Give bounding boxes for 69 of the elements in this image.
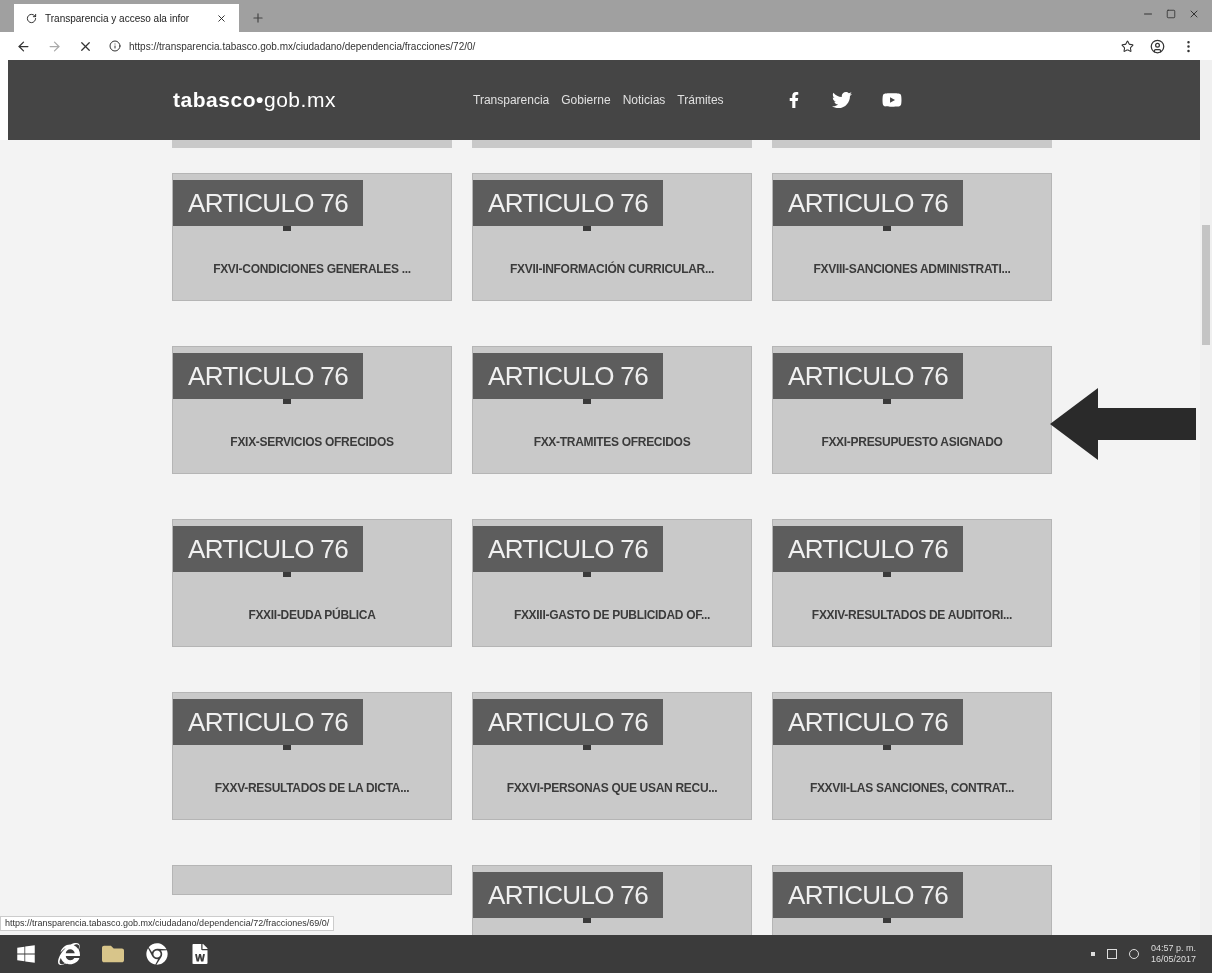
banner-tab-icon bbox=[583, 918, 591, 923]
scrollbar[interactable] bbox=[1200, 60, 1212, 935]
fraction-label: FXXVI-PERSONAS QUE USAN RECU... bbox=[505, 780, 719, 797]
nav-link[interactable]: Noticias bbox=[622, 91, 666, 109]
address-bar[interactable]: https://transparencia.tabasco.gob.mx/ciudadano/dependencia/fracciones/72/0/ bbox=[109, 38, 1105, 54]
nav-link[interactable]: Gobierne bbox=[561, 91, 611, 109]
fraction-card[interactable]: ARTICULO 76 FXXIII-GASTO DE PUBLICIDAD OF... bbox=[472, 519, 752, 647]
banner-tab-icon bbox=[283, 572, 291, 577]
fraction-label: FXXIII-GASTO DE PUBLICIDAD OF... bbox=[512, 607, 712, 624]
fraction-card[interactable]: ARTICULO 76 FXVII-INFORMACIÓN CURRICULAR... bbox=[472, 173, 752, 301]
fraction-card[interactable]: ARTICULO 76 FXXII-DEUDA PÚBLICA bbox=[172, 519, 452, 647]
nav-link[interactable]: Trámites bbox=[677, 91, 724, 109]
banner-tab-icon bbox=[883, 226, 891, 231]
fraction-card[interactable]: ARTICULO 76 FXXVI-PERSONAS QUE USAN RECU... bbox=[472, 692, 752, 820]
banner-tab-icon bbox=[883, 399, 891, 404]
close-tab-icon[interactable] bbox=[216, 12, 227, 24]
banner-tab-icon bbox=[883, 918, 891, 923]
windows-start-icon[interactable] bbox=[16, 944, 36, 964]
fraction-label: FXXI-PRESUPUESTO ASIGNADO bbox=[820, 434, 1004, 451]
fraction-card[interactable]: ARTICULO 76 FXXVII-LAS SANCIONES, CONTRAT... bbox=[772, 692, 1052, 820]
fraction-card[interactable]: ARTICULO 76 bbox=[472, 865, 752, 935]
fraction-card[interactable]: ARTICULO 76 FXX-TRAMITES OFRECIDOS bbox=[472, 346, 752, 474]
fraction-label: FXX-TRAMITES OFRECIDOS bbox=[532, 434, 692, 451]
folder-icon[interactable] bbox=[102, 943, 124, 965]
document-icon[interactable] bbox=[190, 944, 210, 964]
clock-date: 16/05/2017 bbox=[1150, 954, 1196, 966]
banner-tab-icon bbox=[583, 572, 591, 577]
loading-icon bbox=[26, 12, 37, 24]
tab-title: Transparencia y acceso ala infor bbox=[45, 11, 191, 26]
chrome-icon[interactable] bbox=[146, 943, 168, 965]
browser-tab[interactable]: Transparencia y acceso ala infor bbox=[14, 4, 239, 32]
pointer-arrow-icon bbox=[1050, 388, 1196, 460]
bookmark-star-icon[interactable] bbox=[1121, 39, 1134, 53]
clock-time: 04:57 p. m. bbox=[1150, 942, 1196, 954]
fraction-label: FXVI-CONDICIONES GENERALES ... bbox=[212, 261, 412, 278]
browser-e-icon[interactable] bbox=[58, 943, 80, 965]
fraction-card[interactable]: ARTICULO 76 bbox=[772, 865, 1052, 935]
fraction-label: FXVII-INFORMACIÓN CURRICULAR... bbox=[509, 260, 715, 278]
nav-link[interactable]: Transparencia bbox=[473, 91, 550, 109]
url-text: https://transparencia.tabasco.gob.mx/ciudadano/dependencia/fracciones/72/0/ bbox=[129, 39, 476, 54]
banner-tab-icon bbox=[583, 399, 591, 404]
banner-tab-icon bbox=[583, 745, 591, 750]
banner-tab-icon bbox=[283, 226, 291, 231]
fraction-card[interactable]: ARTICULO 76 FXIX-SERVICIOS OFRECIDOS bbox=[172, 346, 452, 474]
fraction-card[interactable]: ARTICULO 76 FXVI-CONDICIONES GENERALES ... bbox=[172, 173, 452, 301]
back-icon[interactable] bbox=[16, 38, 31, 54]
fraction-label: FXXVII-LAS SANCIONES, CONTRAT... bbox=[808, 780, 1016, 797]
fraction-card[interactable]: ARTICULO 76 FXXI-PRESUPUESTO ASIGNADO bbox=[772, 346, 1052, 474]
maximize-icon[interactable] bbox=[1166, 9, 1176, 19]
scroll-thumb[interactable] bbox=[1202, 225, 1210, 345]
fraction-label: FXVIII-SANCIONES ADMINISTRATI... bbox=[812, 261, 1012, 278]
banner-tab-icon bbox=[883, 572, 891, 577]
fraction-card[interactable]: ARTICULO 76 FXXIV-RESULTADOS DE AUDITORI... bbox=[772, 519, 1052, 647]
fraction-label: FXXIV-RESULTADOS DE AUDITORI... bbox=[810, 607, 1014, 624]
banner-tab-icon bbox=[583, 226, 591, 231]
site-logo[interactable]: tabasco•gob.mx bbox=[173, 84, 473, 116]
fraction-label: FXIX-SERVICIOS OFRECIDOS bbox=[229, 434, 395, 451]
banner-tab-icon bbox=[283, 745, 291, 750]
banner-tab-icon bbox=[883, 745, 891, 750]
close-window-icon[interactable] bbox=[1188, 8, 1200, 20]
info-icon bbox=[109, 40, 121, 52]
twitter-icon[interactable] bbox=[831, 90, 852, 110]
banner-tab-icon bbox=[283, 399, 291, 404]
fraction-label: FXXII-DEUDA PÚBLICA bbox=[247, 606, 377, 624]
youtube-icon[interactable] bbox=[881, 90, 902, 110]
fraction-card[interactable]: ARTICULO 76 FXXV-RESULTADOS DE LA DICTA... bbox=[172, 692, 452, 820]
profile-icon[interactable] bbox=[1150, 38, 1165, 54]
fraction-label: FXXV-RESULTADOS DE LA DICTA... bbox=[213, 780, 411, 797]
fraction-card[interactable]: ARTICULO 76 FXVIII-SANCIONES ADMINISTRATI... bbox=[772, 173, 1052, 301]
